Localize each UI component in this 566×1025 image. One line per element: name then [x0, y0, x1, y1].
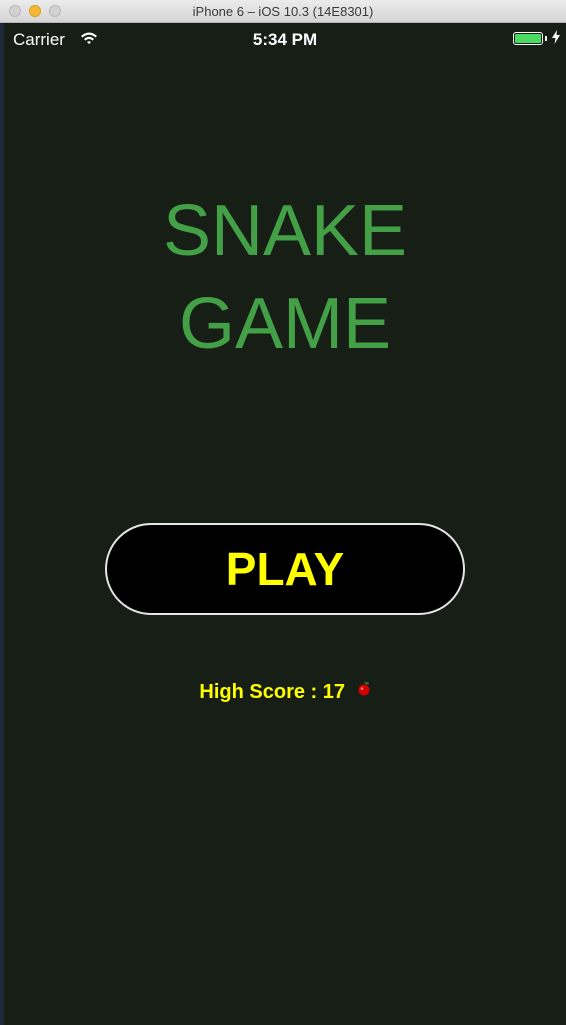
window-titlebar: iPhone 6 – iOS 10.3 (14E8301)	[0, 0, 566, 23]
window-title: iPhone 6 – iOS 10.3 (14E8301)	[192, 4, 374, 19]
play-button[interactable]: PLAY	[105, 523, 465, 615]
battery-level	[515, 34, 541, 43]
high-score-value: 17	[322, 681, 346, 703]
high-score-label: High Score	[199, 681, 305, 703]
game-title-line1: SNAKE	[162, 191, 408, 271]
high-score-separator: :	[304, 681, 323, 703]
game-title-line2: GAME	[178, 284, 392, 364]
status-bar: Carrier 5:34 PM	[4, 23, 566, 55]
charging-bolt-icon	[552, 30, 560, 49]
high-score: High Score : 17	[4, 681, 566, 704]
apple-icon	[357, 679, 371, 702]
device-screen: Carrier 5:34 PM SNAKE GAME PLAY High Sco…	[4, 23, 566, 1025]
play-button-label: PLAY	[225, 543, 345, 595]
battery-tip	[545, 36, 547, 41]
battery-icon	[513, 32, 543, 45]
clock: 5:34 PM	[252, 30, 318, 49]
